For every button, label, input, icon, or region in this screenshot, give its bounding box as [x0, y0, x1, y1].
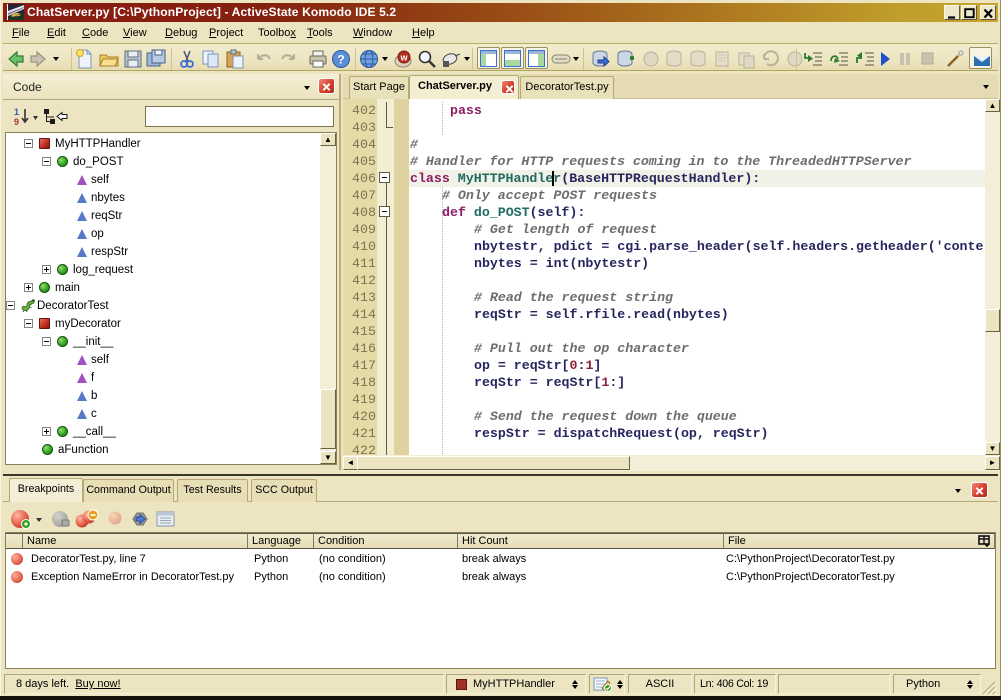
- svg-text:?: ?: [337, 53, 344, 67]
- svg-text:9: 9: [14, 117, 19, 127]
- svg-text:w: w: [399, 53, 408, 63]
- svg-text:1: 1: [14, 107, 19, 117]
